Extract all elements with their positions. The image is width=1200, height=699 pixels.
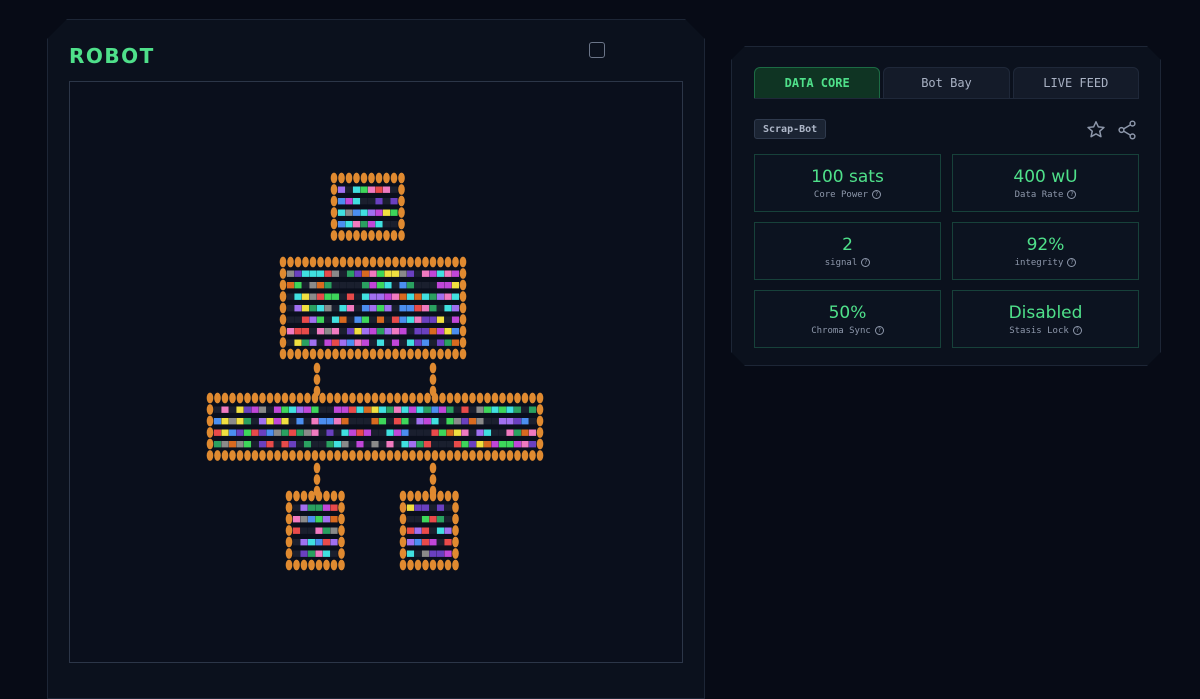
- help-icon[interactable]: ?: [875, 326, 884, 335]
- help-icon[interactable]: ?: [861, 258, 870, 267]
- help-icon[interactable]: ?: [1067, 190, 1076, 199]
- stat-label: Data Rate: [1014, 189, 1064, 200]
- tab-bar: DATA CORE Bot Bay LIVE FEED: [754, 67, 1139, 99]
- stat-value: 92%: [1026, 234, 1065, 255]
- stat-data-rate: 400 wU Data Rate?: [952, 154, 1139, 212]
- stat-label: signal: [824, 257, 858, 268]
- stat-value: 100 sats: [811, 166, 884, 187]
- panel-title: ROBOT: [69, 44, 155, 68]
- tab-divider: [754, 98, 1139, 99]
- help-icon[interactable]: ?: [1073, 326, 1082, 335]
- share-icon[interactable]: [1116, 119, 1138, 141]
- stat-value: Disabled: [1008, 302, 1083, 323]
- star-icon[interactable]: [1085, 119, 1107, 141]
- stat-stasis-lock: Disabled Stasis Lock?: [952, 290, 1139, 348]
- select-checkbox[interactable]: [589, 42, 605, 58]
- robot-pixel-art: [70, 82, 682, 662]
- tab-data-core[interactable]: DATA CORE: [754, 67, 880, 99]
- stat-integrity: 92% integrity?: [952, 222, 1139, 280]
- help-icon[interactable]: ?: [1067, 258, 1076, 267]
- robot-canvas: [69, 81, 683, 663]
- stat-label: Core Power: [813, 189, 869, 200]
- help-icon[interactable]: ?: [872, 190, 881, 199]
- stat-value: 2: [842, 234, 853, 255]
- tab-live-feed[interactable]: LIVE FEED: [1013, 67, 1139, 99]
- stat-label: Stasis Lock: [1009, 325, 1069, 336]
- bot-type-badge: Scrap-Bot: [754, 119, 826, 139]
- stat-chroma-sync: 50% Chroma Sync?: [754, 290, 941, 348]
- data-panel: DATA CORE Bot Bay LIVE FEED Scrap-Bot 10…: [731, 46, 1161, 366]
- stat-label: Chroma Sync: [811, 325, 871, 336]
- stat-value: 50%: [828, 302, 867, 323]
- robot-panel: ROBOT: [47, 19, 705, 699]
- stats-grid: 100 sats Core Power? 400 wU Data Rate? 2…: [754, 154, 1139, 348]
- stat-value: 400 wU: [1013, 166, 1078, 187]
- stat-signal: 2 signal?: [754, 222, 941, 280]
- stat-label: integrity: [1014, 257, 1064, 268]
- stat-core-power: 100 sats Core Power?: [754, 154, 941, 212]
- tab-bot-bay[interactable]: Bot Bay: [883, 67, 1009, 99]
